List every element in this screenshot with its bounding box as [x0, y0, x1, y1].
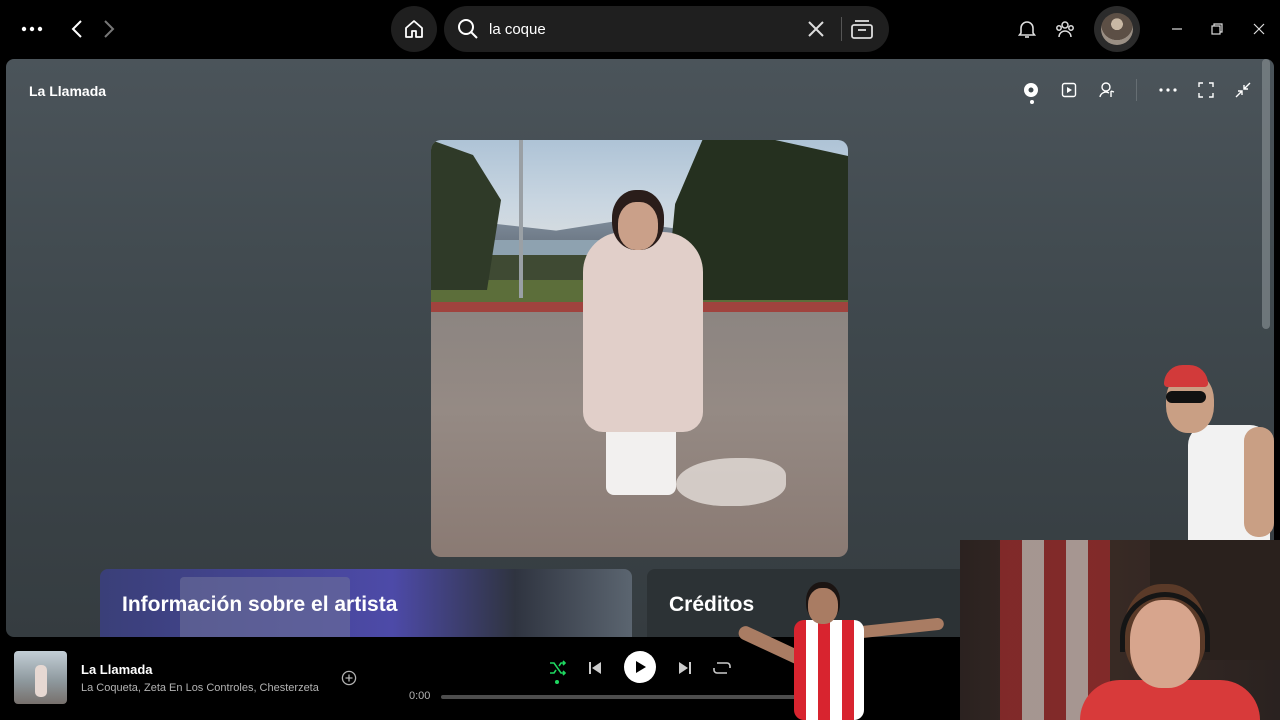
home-icon — [405, 20, 423, 38]
search-bar — [444, 6, 889, 52]
artist-info-card[interactable]: Información sobre el artista — [100, 569, 632, 637]
current-time: 0:00 — [409, 690, 431, 702]
album-cover — [431, 140, 848, 557]
bell-icon — [1018, 21, 1036, 38]
track-artists[interactable]: La Coqueta, Zeta En Los Controles, Chest… — [81, 682, 319, 694]
shuffle-button[interactable] — [545, 655, 571, 681]
previous-icon — [589, 662, 601, 674]
more-horizontal-icon — [21, 26, 43, 32]
main-menu-button[interactable] — [14, 14, 50, 44]
back-button[interactable] — [62, 14, 92, 44]
overlay-sticker-footballer — [736, 586, 948, 720]
shuffle-active-indicator — [555, 680, 559, 684]
restore-icon — [1211, 23, 1223, 35]
video-icon — [1061, 82, 1077, 98]
lyrics-button[interactable] — [1094, 77, 1120, 103]
panel-title: La Llamada — [29, 83, 107, 99]
overlay-sticker-person — [1160, 365, 1280, 540]
next-button[interactable] — [672, 655, 698, 681]
window-close-button[interactable] — [1246, 16, 1272, 42]
artist-info-title: Información sobre el artista — [122, 593, 398, 616]
home-button[interactable] — [391, 6, 437, 52]
add-circle-icon — [341, 670, 357, 686]
search-divider — [841, 17, 842, 41]
friend-activity-button[interactable] — [1052, 16, 1078, 42]
lyrics-icon — [1099, 82, 1115, 98]
search-icon — [458, 19, 478, 39]
play-button[interactable] — [624, 651, 656, 683]
next-icon — [679, 662, 691, 674]
forward-button[interactable] — [94, 14, 124, 44]
now-playing-icon — [1024, 83, 1038, 97]
window-minimize-button[interactable] — [1164, 16, 1190, 42]
track-title[interactable]: La Llamada — [81, 662, 153, 677]
header-divider — [1136, 79, 1137, 101]
repeat-button[interactable] — [709, 655, 735, 681]
browse-icon — [851, 20, 873, 39]
top-bar — [0, 0, 1280, 58]
chevron-right-icon — [104, 20, 115, 38]
fullscreen-button[interactable] — [1193, 77, 1219, 103]
more-horizontal-icon — [1159, 88, 1177, 92]
chevron-left-icon — [71, 20, 82, 38]
play-icon — [636, 661, 646, 673]
fullscreen-icon — [1198, 82, 1214, 98]
notifications-button[interactable] — [1014, 16, 1040, 42]
shuffle-icon — [550, 660, 567, 676]
add-to-library-button[interactable] — [340, 669, 358, 687]
repeat-icon — [713, 662, 731, 674]
previous-button[interactable] — [582, 655, 608, 681]
window-restore-button[interactable] — [1204, 16, 1230, 42]
minimize-icon — [1172, 28, 1182, 30]
avatar — [1101, 13, 1133, 45]
close-icon — [808, 21, 824, 37]
collapse-button[interactable] — [1230, 77, 1256, 103]
video-button[interactable] — [1056, 77, 1082, 103]
scrollbar[interactable] — [1262, 59, 1270, 329]
user-profile-button[interactable] — [1094, 6, 1140, 52]
now-playing-cover[interactable] — [14, 651, 67, 704]
search-input[interactable] — [489, 18, 789, 40]
collapse-icon — [1235, 82, 1251, 98]
more-options-button[interactable] — [1155, 77, 1181, 103]
browse-button[interactable] — [849, 17, 875, 41]
clear-search-button[interactable] — [804, 17, 828, 41]
active-indicator — [1030, 100, 1034, 104]
webcam-overlay — [960, 540, 1280, 720]
friends-activity-icon — [1056, 21, 1074, 38]
close-icon — [1253, 23, 1265, 35]
